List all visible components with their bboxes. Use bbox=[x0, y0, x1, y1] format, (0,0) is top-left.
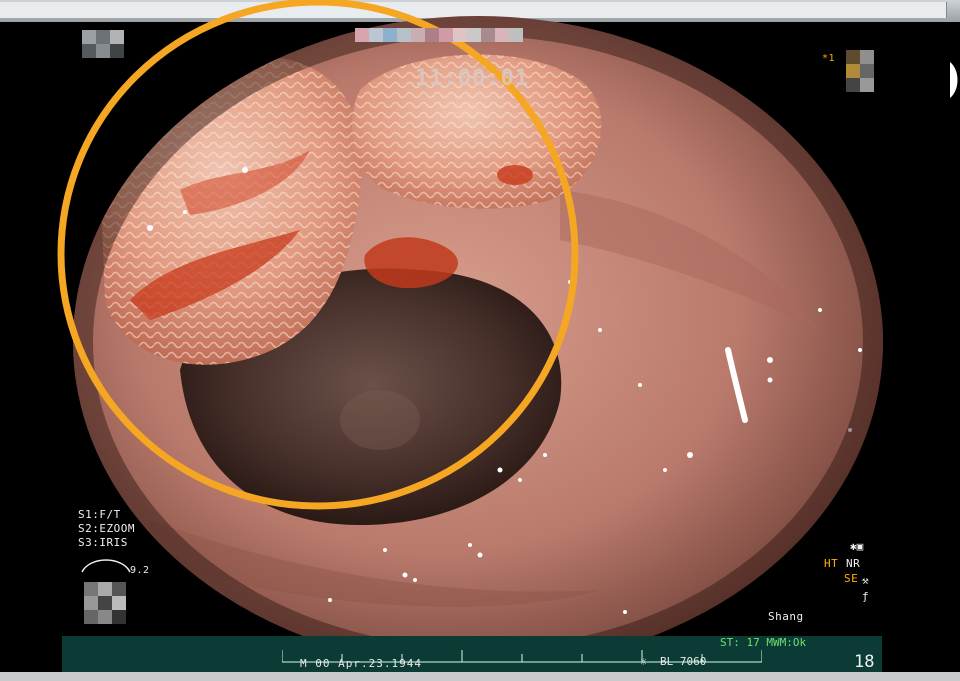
clock-readout: 11:00:01 bbox=[415, 66, 529, 91]
se-label: SE bbox=[844, 572, 859, 585]
date-prefix: M 00 bbox=[300, 657, 331, 670]
scroll-handle-icon[interactable] bbox=[948, 62, 960, 98]
endoscopic-view bbox=[57, 0, 883, 668]
s3-label: S3:IRIS bbox=[78, 536, 128, 549]
nr-label: NR bbox=[846, 557, 861, 570]
freeze-icon: ƒ bbox=[862, 590, 869, 603]
s2-label: S2:EZOOM bbox=[78, 522, 135, 535]
operator-name: Shang bbox=[768, 610, 804, 623]
ht-label: HT bbox=[824, 557, 839, 570]
bl-readout: BL 7060 bbox=[660, 655, 707, 668]
marker-label: *1 bbox=[822, 53, 836, 64]
window-bottom-strip bbox=[0, 672, 960, 681]
endoscopy-frame: 11:00:01 *1 S1:F/T S2:EZOOM S3:IRIS 9.2 … bbox=[0, 0, 960, 681]
s1-label: S1:F/T bbox=[78, 508, 121, 521]
frame-count: 18 bbox=[854, 652, 875, 672]
iris-value: 9.2 bbox=[130, 565, 150, 576]
st-mwm-status: ST: 17 MWM:Ok bbox=[720, 636, 807, 649]
date-readout: M 00 Apr.23.1944 bbox=[300, 657, 422, 670]
brightness-icon: ☼ bbox=[640, 655, 648, 669]
enhance-icon: ⚒ bbox=[862, 574, 869, 587]
scope-field bbox=[73, 16, 883, 668]
date-value: Apr.23.1944 bbox=[338, 657, 422, 670]
structure-icon: ✱▣ bbox=[850, 540, 864, 553]
